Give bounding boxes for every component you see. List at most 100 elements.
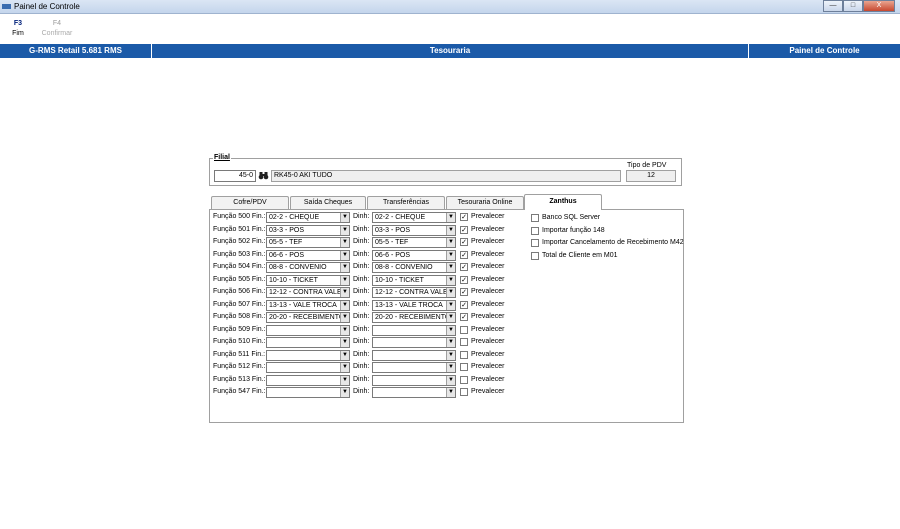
- chevron-down-icon[interactable]: ▼: [340, 375, 349, 385]
- tab-saida-cheques[interactable]: Saída Cheques: [290, 196, 366, 209]
- prevalecer-checkbox[interactable]: [460, 350, 468, 359]
- chevron-down-icon[interactable]: ▼: [340, 238, 349, 247]
- funcao-label: Função 503 Fin.:: [213, 250, 266, 258]
- dinh-select[interactable]: ▼: [372, 337, 456, 348]
- chevron-down-icon[interactable]: ▼: [340, 213, 349, 222]
- chevron-down-icon[interactable]: ▼: [446, 263, 455, 272]
- chevron-down-icon[interactable]: ▼: [446, 288, 455, 297]
- chevron-down-icon[interactable]: ▼: [446, 375, 455, 385]
- tab-tesouraria-online[interactable]: Tesouraria Online: [446, 196, 524, 209]
- dinh-select[interactable]: ▼: [372, 387, 456, 398]
- chevron-down-icon[interactable]: ▼: [446, 238, 455, 247]
- fin-select[interactable]: ▼: [266, 374, 350, 386]
- prevalecer-checkbox[interactable]: ✓: [460, 225, 468, 234]
- chevron-down-icon[interactable]: ▼: [446, 325, 455, 335]
- tab-transferencias[interactable]: Transferências: [367, 196, 445, 209]
- fin-select[interactable]: ▼: [266, 387, 350, 398]
- prevalecer-checkbox[interactable]: ✓: [460, 238, 468, 246]
- chevron-down-icon[interactable]: ▼: [340, 263, 349, 272]
- fim-button[interactable]: F3 Fim: [1, 20, 35, 37]
- chevron-down-icon[interactable]: ▼: [340, 275, 349, 285]
- chevron-down-icon[interactable]: ▼: [446, 350, 455, 360]
- funcao-label: Função 508 Fin.:: [213, 313, 266, 320]
- option-checkbox[interactable]: [531, 214, 539, 222]
- minimize-button[interactable]: —: [823, 0, 843, 12]
- dinh-select[interactable]: 10-10 - TICKET ▼: [372, 274, 456, 286]
- toolbar: F3 Fim F4 Confirmar: [0, 15, 900, 43]
- chevron-down-icon[interactable]: ▼: [446, 313, 455, 322]
- dinh-select[interactable]: 13-13 - VALE TROCA ▼: [372, 299, 456, 311]
- fin-select[interactable]: 10-10 - TICKET ▼: [266, 274, 350, 286]
- filial-code-input[interactable]: 45-0: [214, 170, 256, 182]
- fin-select[interactable]: ▼: [266, 362, 350, 373]
- chevron-down-icon[interactable]: ▼: [446, 338, 455, 347]
- prevalecer-checkbox[interactable]: [460, 375, 468, 384]
- chevron-down-icon[interactable]: ▼: [340, 225, 349, 235]
- module-name: Tesouraria: [429, 46, 471, 55]
- chevron-down-icon[interactable]: ▼: [340, 363, 349, 372]
- dinh-select[interactable]: 08-8 - CONVENIO ▼: [372, 262, 456, 273]
- maximize-button[interactable]: □: [843, 0, 863, 12]
- fin-select[interactable]: 08-8 - CONVENIO ▼: [266, 262, 350, 273]
- chevron-down-icon[interactable]: ▼: [446, 225, 455, 235]
- prevalecer-checkbox[interactable]: ✓: [460, 213, 468, 221]
- dinh-select[interactable]: ▼: [372, 362, 456, 373]
- dinh-select[interactable]: ▼: [372, 374, 456, 386]
- prevalecer-checkbox[interactable]: ✓: [460, 275, 468, 284]
- chevron-down-icon[interactable]: ▼: [340, 313, 349, 322]
- chevron-down-icon[interactable]: ▼: [340, 338, 349, 347]
- fin-select[interactable]: 13-13 - VALE TROCA ▼: [266, 299, 350, 311]
- option-checkbox[interactable]: [531, 252, 539, 261]
- dinh-select[interactable]: 06-6 - POS ▼: [372, 249, 456, 261]
- prevalecer-label: Prevalecer: [471, 350, 505, 358]
- option-checkbox[interactable]: [531, 239, 539, 248]
- prevalecer-checkbox[interactable]: [460, 325, 468, 334]
- fin-select[interactable]: ▼: [266, 337, 350, 348]
- dinh-select[interactable]: 12-12 - CONTRA VALE ▼: [372, 287, 456, 298]
- prevalecer-checkbox[interactable]: ✓: [460, 288, 468, 296]
- tab-zanthus[interactable]: Zanthus: [524, 194, 602, 210]
- chevron-down-icon[interactable]: ▼: [340, 325, 349, 335]
- fin-select[interactable]: 12-12 - CONTRA VALE ▼: [266, 287, 350, 298]
- prevalecer-checkbox[interactable]: ✓: [460, 250, 468, 259]
- chevron-down-icon[interactable]: ▼: [340, 250, 349, 260]
- prevalecer-checkbox[interactable]: ✓: [460, 313, 468, 321]
- confirmar-button[interactable]: F4 Confirmar: [40, 20, 74, 37]
- chevron-down-icon[interactable]: ▼: [340, 300, 349, 310]
- chevron-down-icon[interactable]: ▼: [446, 388, 455, 397]
- fin-select[interactable]: 03-3 - POS ▼: [266, 224, 350, 236]
- option-checkbox[interactable]: [531, 226, 539, 235]
- prevalecer-checkbox[interactable]: ✓: [460, 263, 468, 271]
- dinh-select[interactable]: 02-2 - CHEQUE ▼: [372, 212, 456, 223]
- dinh-select[interactable]: 03-3 - POS ▼: [372, 224, 456, 236]
- fin-select[interactable]: 05-5 - TEF ▼: [266, 237, 350, 248]
- prevalecer-checkbox[interactable]: [460, 388, 468, 396]
- prevalecer-checkbox[interactable]: [460, 338, 468, 346]
- fin-select[interactable]: 20-20 - RECEBIMENTO ▼: [266, 312, 350, 323]
- dinh-value: 02-2 - CHEQUE: [375, 214, 426, 221]
- fin-select[interactable]: ▼: [266, 324, 350, 336]
- chevron-down-icon[interactable]: ▼: [340, 388, 349, 397]
- chevron-down-icon[interactable]: ▼: [340, 350, 349, 360]
- chevron-down-icon[interactable]: ▼: [446, 250, 455, 260]
- fin-select[interactable]: 02-2 - CHEQUE ▼: [266, 212, 350, 223]
- chevron-down-icon[interactable]: ▼: [446, 363, 455, 372]
- dinh-select[interactable]: ▼: [372, 349, 456, 361]
- chevron-down-icon[interactable]: ▼: [446, 213, 455, 222]
- funcao-label: Função 506 Fin.:: [213, 288, 266, 295]
- prevalecer-checkbox[interactable]: ✓: [460, 300, 468, 309]
- binoculars-icon[interactable]: [258, 171, 269, 180]
- dinh-select[interactable]: 20-20 - RECEBIMENTO ▼: [372, 312, 456, 323]
- chevron-down-icon[interactable]: ▼: [340, 288, 349, 297]
- screen-name: Painel de Controle: [748, 44, 900, 58]
- fin-select[interactable]: ▼: [266, 349, 350, 361]
- fin-select[interactable]: 06-6 - POS ▼: [266, 249, 350, 261]
- chevron-down-icon[interactable]: ▼: [446, 300, 455, 310]
- close-button[interactable]: X: [863, 0, 895, 12]
- chevron-down-icon[interactable]: ▼: [446, 275, 455, 285]
- dinh-select[interactable]: ▼: [372, 324, 456, 336]
- dinh-select[interactable]: 05-5 - TEF ▼: [372, 237, 456, 248]
- dinh-label: Dinh:: [353, 363, 370, 370]
- tab-cofre-pdv[interactable]: Cofre/PDV: [211, 196, 289, 209]
- prevalecer-checkbox[interactable]: [460, 363, 468, 371]
